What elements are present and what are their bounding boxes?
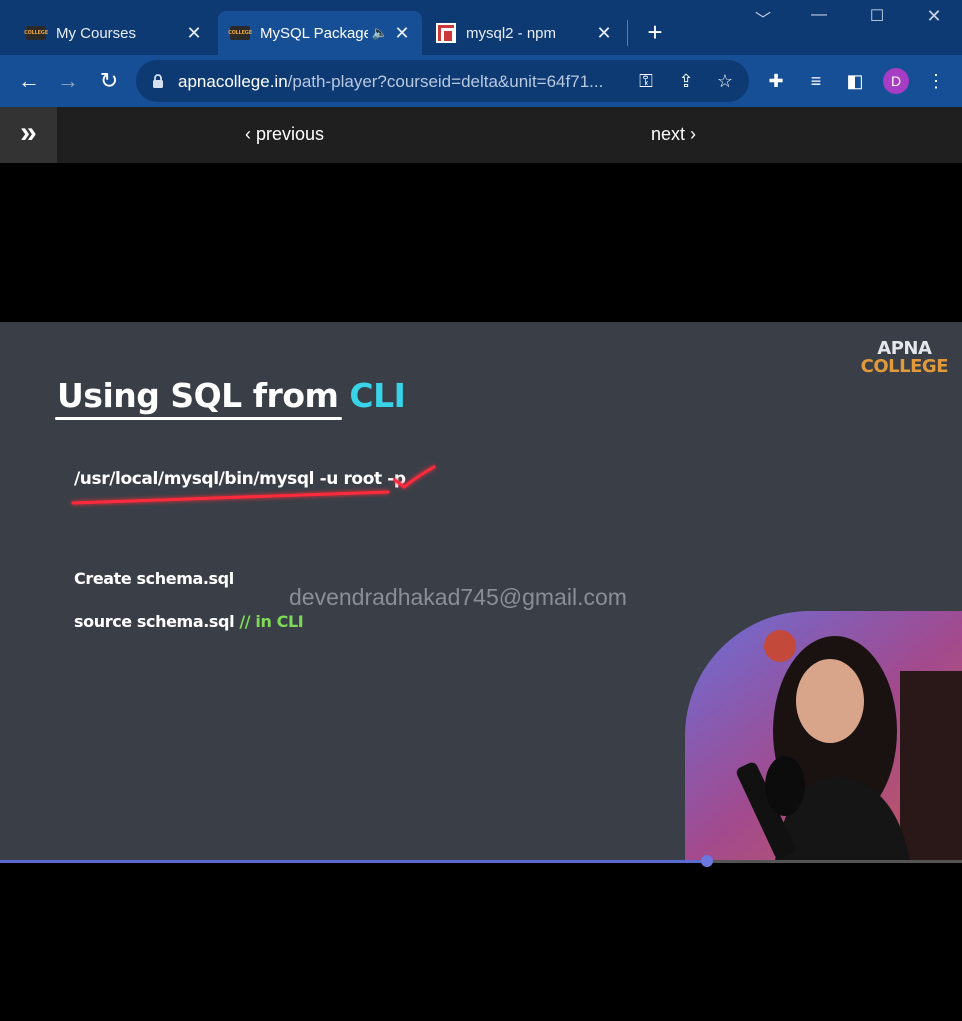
star-icon[interactable]: ☆ — [713, 69, 737, 93]
previous-button[interactable]: ‹ previous — [245, 124, 324, 145]
video-player[interactable]: APNA COLLEGE Using SQL from CLI /usr/loc… — [0, 163, 962, 1021]
npm-favicon-icon — [436, 23, 456, 43]
key-icon[interactable]: ⚿ — [634, 69, 658, 93]
speaker-icon[interactable]: 🔈 — [372, 25, 388, 41]
close-icon[interactable]: ✕ — [596, 23, 612, 44]
minimize-icon[interactable]: — — [804, 6, 834, 24]
chevron-left-icon: ‹ — [245, 124, 256, 144]
progress-fill — [0, 860, 708, 863]
player-nav-bar: » ‹ previous next › — [0, 107, 962, 163]
tab-title: MySQL Package — [260, 24, 368, 42]
close-icon[interactable]: ✕ — [394, 23, 410, 44]
apna-college-favicon-icon: COLLEGE — [228, 26, 252, 40]
lecture-slide: APNA COLLEGE Using SQL from CLI /usr/loc… — [0, 322, 962, 861]
extensions-puzzle-icon[interactable]: ✚ — [764, 69, 788, 93]
share-icon[interactable]: ⇪ — [674, 69, 698, 93]
back-arrow-icon[interactable]: ← — [15, 67, 43, 95]
apna-college-favicon-icon: COLLEGE — [24, 26, 48, 40]
url-text: apnacollege.in/path-player?courseid=delt… — [178, 72, 603, 92]
previous-label: previous — [256, 124, 325, 144]
video-progress-bar[interactable] — [0, 855, 962, 867]
new-tab-icon[interactable]: + — [643, 18, 667, 46]
lock-icon[interactable] — [152, 73, 164, 89]
next-button[interactable]: next › — [651, 124, 696, 145]
next-label: next — [651, 124, 686, 144]
address-bar[interactable]: apnacollege.in/path-player?courseid=delt… — [136, 60, 749, 102]
profile-avatar[interactable]: D — [883, 68, 909, 94]
url-path: /path-player?courseid=delta&unit=64f71..… — [287, 72, 604, 91]
side-panel-icon[interactable]: ◧ — [843, 69, 867, 93]
close-icon[interactable]: ✕ — [186, 23, 202, 44]
email-watermark: devendradhakad745@gmail.com — [289, 584, 627, 610]
create-schema-text: Create schema.sql — [74, 569, 234, 588]
tab-title: mysql2 - npm — [466, 24, 557, 42]
chevron-right-icon: › — [685, 124, 697, 144]
expand-sidebar-icon[interactable]: » — [0, 107, 57, 163]
tab-mysql2-npm[interactable]: mysql2 - npm ✕ — [424, 11, 624, 55]
browser-toolbar: ← → ↻ apnacollege.in/path-player?coursei… — [0, 55, 962, 107]
tab-title: My Courses — [56, 24, 137, 42]
window-close-icon[interactable]: ✕ — [919, 6, 949, 27]
maximize-icon[interactable]: ☐ — [862, 6, 892, 26]
reload-icon[interactable]: ↻ — [95, 67, 123, 95]
media-playlist-icon[interactable]: ≡ — [804, 69, 828, 93]
cli-comment: // in CLI — [239, 612, 304, 631]
url-domain: apnacollege.in — [178, 72, 288, 91]
source-schema-text: source schema.sql // in CLI — [74, 612, 304, 631]
tab-search-chevron-icon[interactable]: ﹀ — [748, 6, 778, 30]
browser-window: COLLEGE My Courses ✕ COLLEGE MySQL Packa… — [0, 0, 962, 1021]
tab-mysql-package[interactable]: COLLEGE MySQL Package 🔈 ✕ — [218, 11, 422, 55]
tab-my-courses[interactable]: COLLEGE My Courses ✕ — [14, 11, 214, 55]
tab-divider — [627, 20, 628, 46]
progress-scrubber-handle[interactable] — [701, 855, 714, 867]
forward-arrow-icon[interactable]: → — [54, 67, 82, 95]
tab-strip: COLLEGE My Courses ✕ COLLEGE MySQL Packa… — [0, 0, 962, 55]
kebab-menu-icon[interactable]: ⋮ — [924, 69, 948, 93]
presenter-webcam — [685, 611, 962, 861]
